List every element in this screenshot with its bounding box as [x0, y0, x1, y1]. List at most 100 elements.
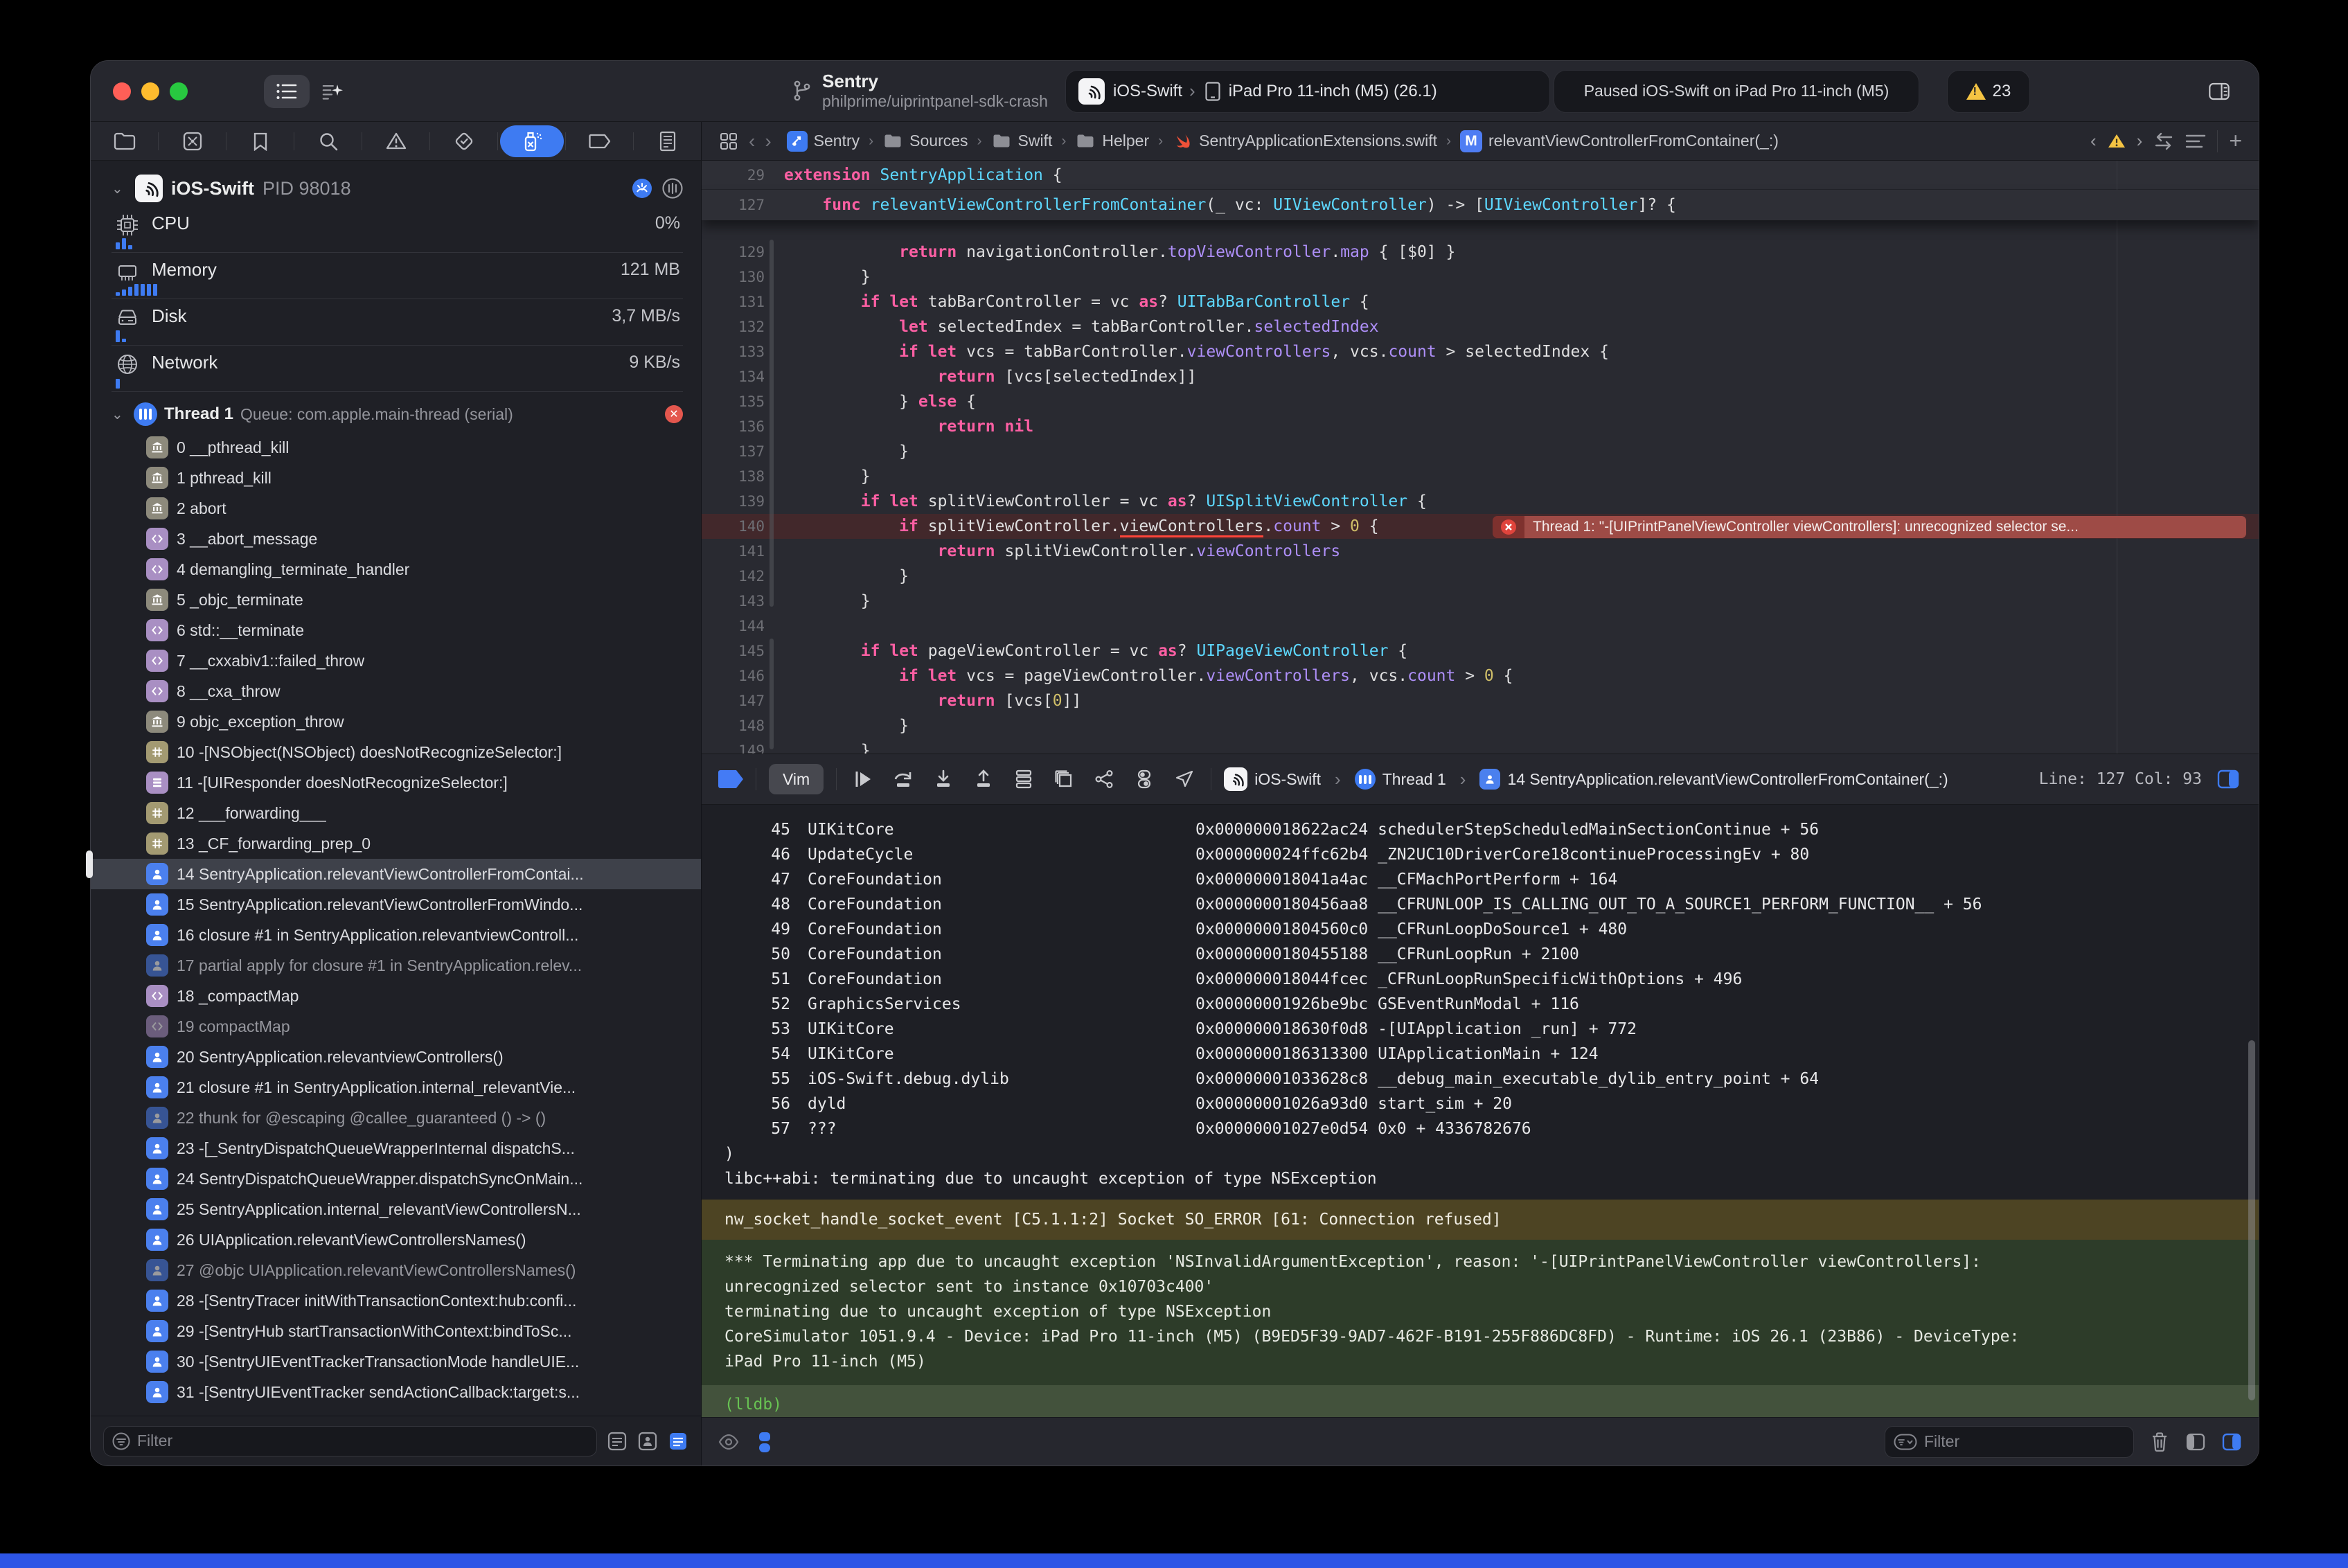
variables-view-eye-icon[interactable]	[718, 1432, 739, 1452]
stack-frame-16[interactable]: 16 closure #1 in SentryApplication.relev…	[91, 920, 701, 950]
stack-frame-19[interactable]: 19 compactMap	[91, 1011, 701, 1042]
warning-badge[interactable]: 23	[1947, 70, 2030, 113]
breadcrumb-sources[interactable]: Sources	[909, 132, 968, 150]
stack-frame-18[interactable]: 18 _compactMap	[91, 981, 701, 1011]
step-over-button[interactable]	[889, 765, 917, 793]
thread-row[interactable]: ⌄ Thread 1 Queue: com.apple.main-thread …	[91, 396, 701, 432]
window-edge-handle[interactable]	[86, 850, 93, 878]
stack-frame-13[interactable]: 13 _CF_forwarding_prep_0	[91, 828, 701, 859]
stack-frame-14[interactable]: 14 SentryApplication.relevantViewControl…	[91, 859, 701, 889]
gauge-disk[interactable]: Disk 3,7 MB/s	[112, 299, 683, 346]
runtime-error-annotation[interactable]: Thread 1: "-[UIPrintPanelViewController …	[1493, 516, 2246, 538]
step-into-button[interactable]	[930, 765, 957, 793]
project-status[interactable]: Sentry philprime/uiprintpanel-sdk-crash	[792, 71, 1048, 110]
breadcrumb-symbol[interactable]: relevantViewControllerFromContainer(_:)	[1488, 132, 1779, 150]
stack-frame-10[interactable]: 10 -[NSObject(NSObject) doesNotRecognize…	[91, 737, 701, 767]
code-line-149[interactable]: 149 }	[702, 738, 2259, 754]
code-line-136[interactable]: 136 return nil	[702, 414, 2259, 439]
disclosure-chevron-icon[interactable]: ⌄	[112, 406, 127, 423]
show-only-crashed-icon[interactable]	[637, 1431, 658, 1452]
writing-tools-button[interactable]	[310, 75, 355, 108]
stack-frame-20[interactable]: 20 SentryApplication.relevantviewControl…	[91, 1042, 701, 1072]
breadcrumb-project[interactable]: Sentry	[814, 132, 860, 150]
disclosure-chevron-icon[interactable]: ⌄	[112, 180, 127, 197]
code-line-131[interactable]: 131 if let tabBarController = vc as? UIT…	[702, 289, 2259, 314]
memory-graph-button[interactable]	[1050, 765, 1078, 793]
stack-frame-9[interactable]: 9 objc_exception_throw	[91, 706, 701, 737]
vim-mode-button[interactable]: Vim	[769, 764, 824, 794]
back-button[interactable]: ‹	[749, 130, 755, 152]
close-window-button[interactable]	[113, 82, 131, 100]
flatten-list-icon[interactable]	[607, 1431, 628, 1452]
debug-crumb-frame[interactable]: 14 SentryApplication.relevantViewControl…	[1507, 770, 1948, 789]
toggle-inspector-button[interactable]	[2196, 75, 2242, 108]
stack-frame-7[interactable]: 7 __cxxabiv1::failed_throw	[91, 645, 701, 676]
stack-frame-29[interactable]: 29 -[SentryHub startTransactionWithConte…	[91, 1316, 701, 1346]
debug-console[interactable]: 45UIKitCore0x000000018622ac24 schedulerS…	[702, 805, 2259, 1417]
code-line-137[interactable]: 137 }	[702, 439, 2259, 464]
thread-view-icon[interactable]	[662, 178, 683, 199]
console-pane-picker-icon[interactable]	[754, 1432, 775, 1452]
forward-button[interactable]: ›	[765, 130, 771, 152]
console-scrollbar[interactable]	[2248, 1040, 2255, 1400]
prev-issue-button[interactable]: ‹	[2090, 130, 2097, 152]
object-graph-button[interactable]	[1090, 765, 1118, 793]
code-line-140[interactable]: 140 if splitViewController.viewControlle…	[702, 514, 2259, 539]
stack-frame-6[interactable]: 6 std::__terminate	[91, 615, 701, 645]
code-line-141[interactable]: 141 return splitViewController.viewContr…	[702, 539, 2259, 564]
code-line-130[interactable]: 130 }	[702, 265, 2259, 289]
tab-find-navigator[interactable]	[296, 125, 360, 157]
code-line-148[interactable]: 148 }	[702, 713, 2259, 738]
related-items-icon[interactable]	[718, 131, 739, 152]
debug-crumb-thread[interactable]: Thread 1	[1382, 770, 1446, 789]
environment-overrides-button[interactable]	[1130, 765, 1158, 793]
clear-console-trash-icon[interactable]	[2149, 1432, 2170, 1452]
source-editor[interactable]: 29extension SentryApplication {127 func …	[702, 161, 2259, 754]
stack-frame-24[interactable]: 24 SentryDispatchQueueWrapper.dispatchSy…	[91, 1164, 701, 1194]
stack-frame-11[interactable]: 11 -[UIResponder doesNotRecognizeSelecto…	[91, 767, 701, 798]
debug-crumb-scheme[interactable]: iOS-Swift	[1254, 770, 1321, 789]
gauge-network[interactable]: Network 9 KB/s	[112, 346, 683, 392]
breadcrumb-helper[interactable]: Helper	[1102, 132, 1149, 150]
stack-frame-12[interactable]: 12 ___forwarding___	[91, 798, 701, 828]
stack-frame-21[interactable]: 21 closure #1 in SentryApplication.inter…	[91, 1072, 701, 1103]
code-line-142[interactable]: 142 }	[702, 564, 2259, 589]
stack-frame-2[interactable]: 2 abort	[91, 493, 701, 524]
stack-frame-1[interactable]: 1 pthread_kill	[91, 463, 701, 493]
stack-frame-4[interactable]: 4 demangling_terminate_handler	[91, 554, 701, 585]
tab-breakpoints-navigator[interactable]	[568, 125, 632, 157]
next-issue-button[interactable]: ›	[2137, 130, 2143, 152]
code-line-129[interactable]: 129 return navigationController.topViewC…	[702, 240, 2259, 265]
tab-tests-navigator[interactable]	[432, 125, 496, 157]
stack-frame-8[interactable]: 8 __cxa_throw	[91, 676, 701, 706]
simulate-location-button[interactable]	[1171, 765, 1198, 793]
continue-button[interactable]	[849, 765, 877, 793]
code-line-134[interactable]: 134 return [vcs[selectedIndex]]	[702, 364, 2259, 389]
code-line-144[interactable]: 144	[702, 614, 2259, 639]
tab-project-navigator[interactable]	[93, 125, 157, 157]
code-line-127[interactable]: 127 func relevantViewControllerFromConta…	[702, 190, 2259, 220]
stack-frame-30[interactable]: 30 -[SentryUIEventTrackerTransactionMode…	[91, 1346, 701, 1377]
stack-frame-3[interactable]: 3 __abort_message	[91, 524, 701, 554]
stack-frame-17[interactable]: 17 partial apply for closure #1 in Sentr…	[91, 950, 701, 981]
code-line-146[interactable]: 146 if let vcs = pageViewController.view…	[702, 663, 2259, 688]
code-line-132[interactable]: 132 let selectedIndex = tabBarController…	[702, 314, 2259, 339]
stack-frame-25[interactable]: 25 SentryApplication.internal_relevantVi…	[91, 1194, 701, 1224]
zoom-window-button[interactable]	[170, 82, 188, 100]
stack-frame-28[interactable]: 28 -[SentryTracer initWithTransactionCon…	[91, 1285, 701, 1316]
code-line-143[interactable]: 143 }	[702, 589, 2259, 614]
breakpoints-toggle-icon[interactable]	[718, 770, 743, 788]
step-out-button[interactable]	[970, 765, 997, 793]
stack-frame-5[interactable]: 5 _objc_terminate	[91, 585, 701, 615]
lldb-prompt[interactable]: (lldb)	[702, 1385, 2259, 1417]
stack-frame-0[interactable]: 0 __pthread_kill	[91, 432, 701, 463]
code-line-135[interactable]: 135 } else {	[702, 389, 2259, 414]
stack-frame-23[interactable]: 23 -[_SentryDispatchQueueWrapperInternal…	[91, 1133, 701, 1164]
console-toggle-icon[interactable]	[2214, 765, 2242, 793]
split-console-left-icon[interactable]	[2185, 1432, 2206, 1452]
minimap-toggle-icon[interactable]	[2185, 133, 2206, 150]
tab-reports-navigator[interactable]	[636, 125, 700, 157]
stack-frame-27[interactable]: 27 @objc UIApplication.relevantViewContr…	[91, 1255, 701, 1285]
code-line-147[interactable]: 147 return [vcs[0]]	[702, 688, 2259, 713]
process-header[interactable]: ⌄ iOS-Swift PID 98018	[91, 170, 701, 206]
